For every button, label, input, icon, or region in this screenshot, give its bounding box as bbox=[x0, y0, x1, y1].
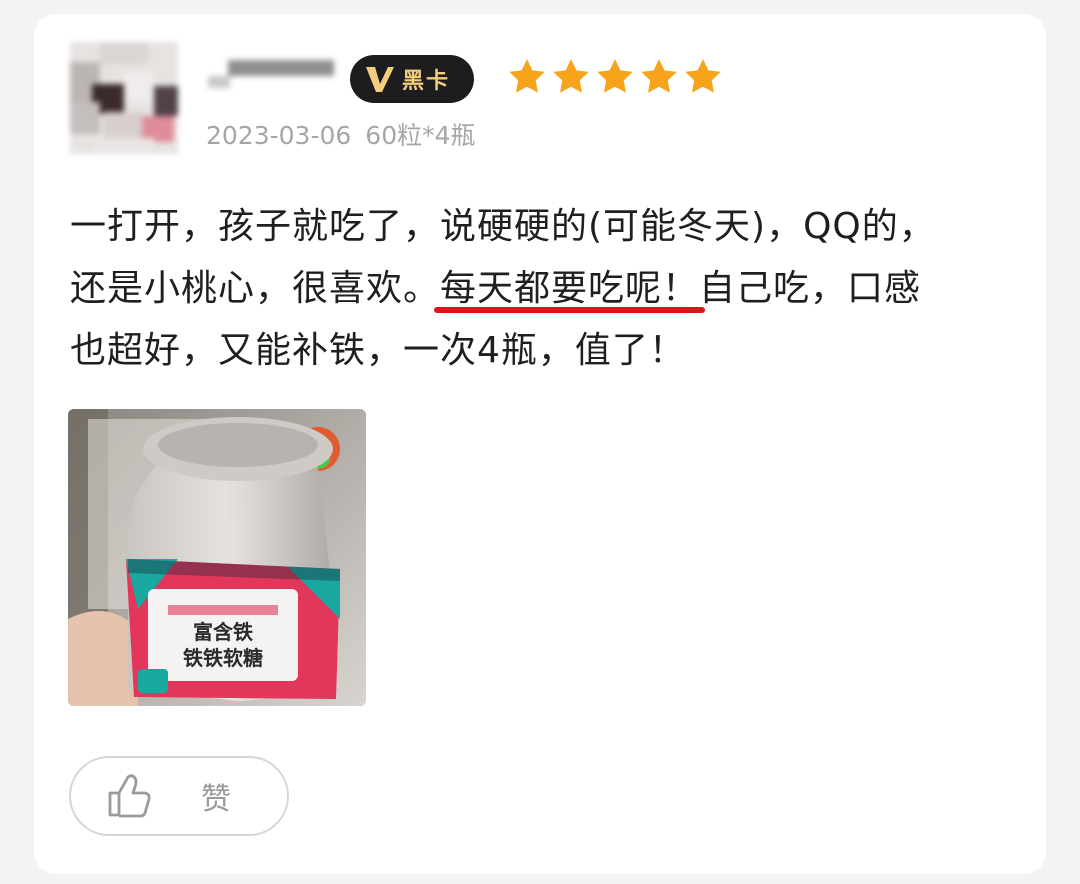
thumbs-up-icon bbox=[108, 774, 151, 818]
highlighted-text: 每天都要吃呢！ bbox=[434, 268, 706, 313]
review-meta: 2023-03-06 60粒*4瓶 bbox=[206, 116, 490, 152]
highlighted-text-label: 每天都要吃呢！ bbox=[440, 268, 700, 309]
avatar[interactable] bbox=[70, 42, 178, 154]
review-photo[interactable]: 富含铁 铁铁软糖 bbox=[68, 409, 366, 706]
review-line-1: 一打开，孩子就吃了，说硬硬的(可能冬天)，QQ的， bbox=[70, 206, 936, 247]
review-text-segment: 自己吃，口感 bbox=[699, 268, 922, 309]
like-label: 赞 bbox=[201, 782, 231, 817]
jar-label-line-1: 富含铁 bbox=[193, 620, 253, 644]
red-underline-mark bbox=[434, 307, 706, 313]
product-variant: 60粒*4瓶 bbox=[365, 121, 476, 150]
black-card-badge: 黑卡 bbox=[350, 55, 474, 103]
gummy-jar-photo: 富含铁 铁铁软糖 bbox=[68, 409, 366, 706]
star-icon bbox=[597, 59, 633, 93]
jar-label-line-2: 铁铁软糖 bbox=[183, 646, 263, 670]
review-date: 2023-03-06 bbox=[206, 121, 352, 150]
badge-label: 黑卡 bbox=[402, 69, 451, 94]
review-text: 一打开，孩子就吃了，说硬硬的(可能冬天)，QQ的， 还是小桃心，很喜欢。每天都要… bbox=[70, 196, 1030, 382]
review-text-segment: 还是小桃心，很喜欢。 bbox=[70, 268, 441, 309]
star-icon bbox=[641, 59, 677, 93]
star-icon bbox=[509, 59, 545, 93]
username-redacted bbox=[208, 58, 334, 94]
like-button[interactable]: 赞 bbox=[69, 756, 289, 836]
star-rating bbox=[506, 56, 726, 98]
review-line-3: 也超好，又能补铁，一次4瓶，值了！ bbox=[70, 330, 686, 371]
review-line-2: 还是小桃心，很喜欢。每天都要吃呢！ 自己吃，口感 bbox=[70, 258, 1030, 320]
v-vip-icon bbox=[362, 61, 398, 97]
star-icon bbox=[685, 59, 721, 93]
star-icon bbox=[553, 59, 589, 93]
